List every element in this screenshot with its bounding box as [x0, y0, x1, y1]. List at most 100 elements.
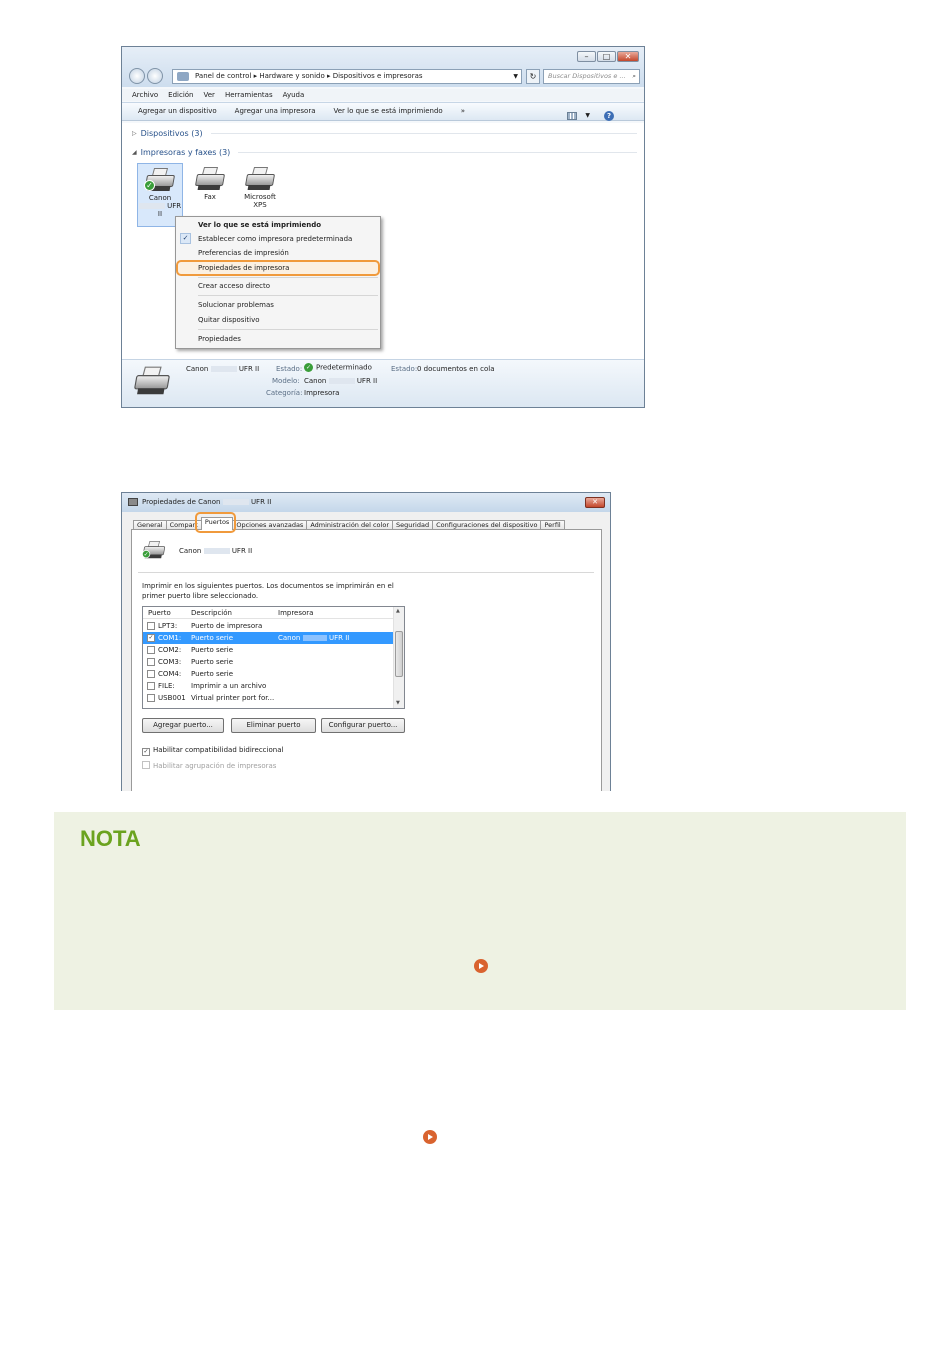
window-chrome: – □ ✕ Panel de control ▸ Hardware y soni… — [122, 47, 644, 87]
column-port[interactable]: Puerto — [148, 607, 171, 619]
port-checkbox[interactable] — [147, 622, 155, 630]
link-arrow-icon[interactable] — [423, 1130, 437, 1144]
group-divider — [210, 133, 637, 134]
ports-list[interactable]: Puerto Descripción Impresora LPT3: Puert… — [142, 606, 405, 709]
details-category-value: Impresora — [304, 389, 340, 397]
port-row[interactable]: COM4: Puerto serie — [143, 668, 393, 680]
menu-bar: Archivo Edición Ver Herramientas Ayuda — [122, 89, 644, 101]
bidi-option[interactable]: ✓ Habilitar compatibilidad bidireccional — [142, 746, 284, 756]
dialog-title-bar: Propiedades de Canon UFR II ✕ — [122, 493, 610, 512]
back-icon[interactable] — [129, 68, 145, 84]
nav-buttons — [129, 68, 165, 84]
configure-port-button[interactable]: Configurar puerto... — [321, 718, 405, 733]
menu-edicion[interactable]: Edición — [168, 89, 193, 101]
group-divider — [238, 152, 637, 153]
ports-description-line2: primer puerto libre seleccionado. — [142, 592, 259, 600]
group-printers[interactable]: ◢ Impresoras y faxes (3) — [132, 148, 637, 157]
port-checkbox[interactable] — [147, 670, 155, 678]
details-state-value: ✓ Predeterminado — [304, 363, 372, 372]
fax-icon — [194, 167, 226, 191]
link-arrow-icon[interactable] — [474, 959, 488, 973]
scroll-thumb[interactable] — [395, 631, 403, 677]
redacted-model — [138, 203, 165, 209]
more-commands-button[interactable]: » — [461, 103, 465, 120]
menu-item-printer-properties[interactable]: Propiedades de impresora — [198, 263, 289, 273]
pool-label: Habilitar agrupación de impresoras — [153, 762, 277, 770]
scroll-down-icon[interactable]: ▼ — [396, 700, 400, 706]
group-devices[interactable]: ▷ Dispositivos (3) — [132, 129, 637, 138]
search-input[interactable]: Buscar Dispositivos e ... ⌕ — [543, 69, 640, 84]
minimize-button[interactable]: – — [577, 51, 596, 62]
devices-printers-window: – □ ✕ Panel de control ▸ Hardware y soni… — [121, 46, 645, 408]
address-bar[interactable]: Panel de control ▸ Hardware y sonido ▸ D… — [172, 69, 522, 84]
address-path: Panel de control ▸ Hardware y sonido ▸ D… — [195, 72, 423, 80]
port-checkbox[interactable] — [147, 646, 155, 654]
view-controls: ▼ ? — [567, 107, 632, 124]
window-controls: – □ ✕ — [576, 51, 639, 62]
bidi-checkbox[interactable]: ✓ — [142, 748, 150, 756]
forward-icon[interactable] — [147, 68, 163, 84]
redacted-model — [303, 635, 327, 641]
add-printer-button[interactable]: Agregar una impresora — [235, 103, 316, 120]
menu-item-remove-device[interactable]: Quitar dispositivo — [198, 315, 260, 325]
port-checkbox[interactable]: ✓ — [147, 634, 155, 642]
printer-fax[interactable]: Fax — [192, 167, 228, 201]
port-row[interactable]: COM2: Puerto serie — [143, 644, 393, 656]
menu-archivo[interactable]: Archivo — [132, 89, 158, 101]
note-box: NOTA — [54, 812, 906, 1010]
menu-ver[interactable]: Ver — [204, 89, 215, 101]
dialog-title-suffix: UFR II — [250, 498, 272, 506]
menu-item-see-printing[interactable]: Ver lo que se está imprimiendo — [198, 220, 321, 230]
chevron-down-icon[interactable]: ▼ — [585, 107, 590, 124]
column-printer[interactable]: Impresora — [278, 607, 313, 619]
printer-xps[interactable]: Microsoft XPS — [238, 167, 282, 209]
printer-icon: ✓ — [144, 168, 176, 192]
pool-checkbox — [142, 761, 150, 769]
maximize-button[interactable]: □ — [597, 51, 616, 62]
port-checkbox[interactable] — [147, 694, 155, 702]
details-category-label: Categoría: — [266, 389, 303, 397]
collapsed-arrow-icon: ▷ — [132, 130, 137, 137]
port-row[interactable]: ✓ COM1: Puerto serie Canon UFR II — [143, 632, 393, 644]
divider — [138, 572, 594, 573]
group-printers-label: Impresoras y faxes (3) — [140, 148, 231, 157]
port-row[interactable]: LPT3: Puerto de impresora — [143, 620, 393, 632]
scrollbar[interactable]: ▲ ▼ — [393, 607, 404, 708]
help-icon[interactable]: ? — [604, 110, 614, 121]
close-button[interactable]: ✕ — [617, 51, 639, 62]
printer-name: Canon UFR II — [179, 547, 253, 555]
add-port-button[interactable]: Agregar puerto... — [142, 718, 224, 733]
port-checkbox[interactable] — [147, 682, 155, 690]
view-icon[interactable] — [567, 111, 578, 120]
menu-herramientas[interactable]: Herramientas — [225, 89, 273, 101]
port-checkbox[interactable] — [147, 658, 155, 666]
expanded-arrow-icon: ◢ — [132, 149, 137, 156]
chevron-down-icon[interactable]: ▼ — [513, 70, 518, 83]
folder-icon — [177, 72, 189, 81]
bidi-label: Habilitar compatibilidad bidireccional — [153, 746, 284, 754]
refresh-icon[interactable]: ↻ — [526, 69, 540, 84]
details-state-label: Estado: — [276, 365, 303, 373]
printer-canon-line1: Canon — [148, 194, 172, 202]
menu-item-create-shortcut[interactable]: Crear acceso directo — [198, 281, 270, 291]
menu-separator — [198, 329, 378, 330]
details-state2-label: Estado: — [391, 365, 418, 373]
menu-ayuda[interactable]: Ayuda — [283, 89, 305, 101]
add-device-button[interactable]: Agregar un dispositivo — [138, 103, 217, 120]
details-model-value: Canon UFR II — [304, 377, 378, 385]
menu-item-properties[interactable]: Propiedades — [198, 334, 241, 344]
port-row[interactable]: USB001 Virtual printer port for... — [143, 692, 393, 704]
default-check-icon: ✓ — [144, 180, 155, 191]
see-printing-button[interactable]: Ver lo que se está imprimiendo — [334, 103, 443, 120]
scroll-up-icon[interactable]: ▲ — [396, 608, 400, 614]
port-row[interactable]: FILE: Imprimir a un archivo — [143, 680, 393, 692]
menu-item-troubleshoot[interactable]: Solucionar problemas — [198, 300, 274, 310]
column-description[interactable]: Descripción — [191, 607, 232, 619]
delete-port-button[interactable]: Eliminar puerto — [231, 718, 316, 733]
menu-item-set-default[interactable]: Establecer como impresora predeterminada — [198, 234, 352, 244]
printer-icon: ✓ — [142, 541, 166, 559]
port-row[interactable]: COM3: Puerto serie — [143, 656, 393, 668]
ports-list-header: Puerto Descripción Impresora — [143, 607, 393, 619]
menu-item-preferences[interactable]: Preferencias de impresión — [198, 248, 289, 258]
close-button[interactable]: ✕ — [585, 497, 605, 508]
